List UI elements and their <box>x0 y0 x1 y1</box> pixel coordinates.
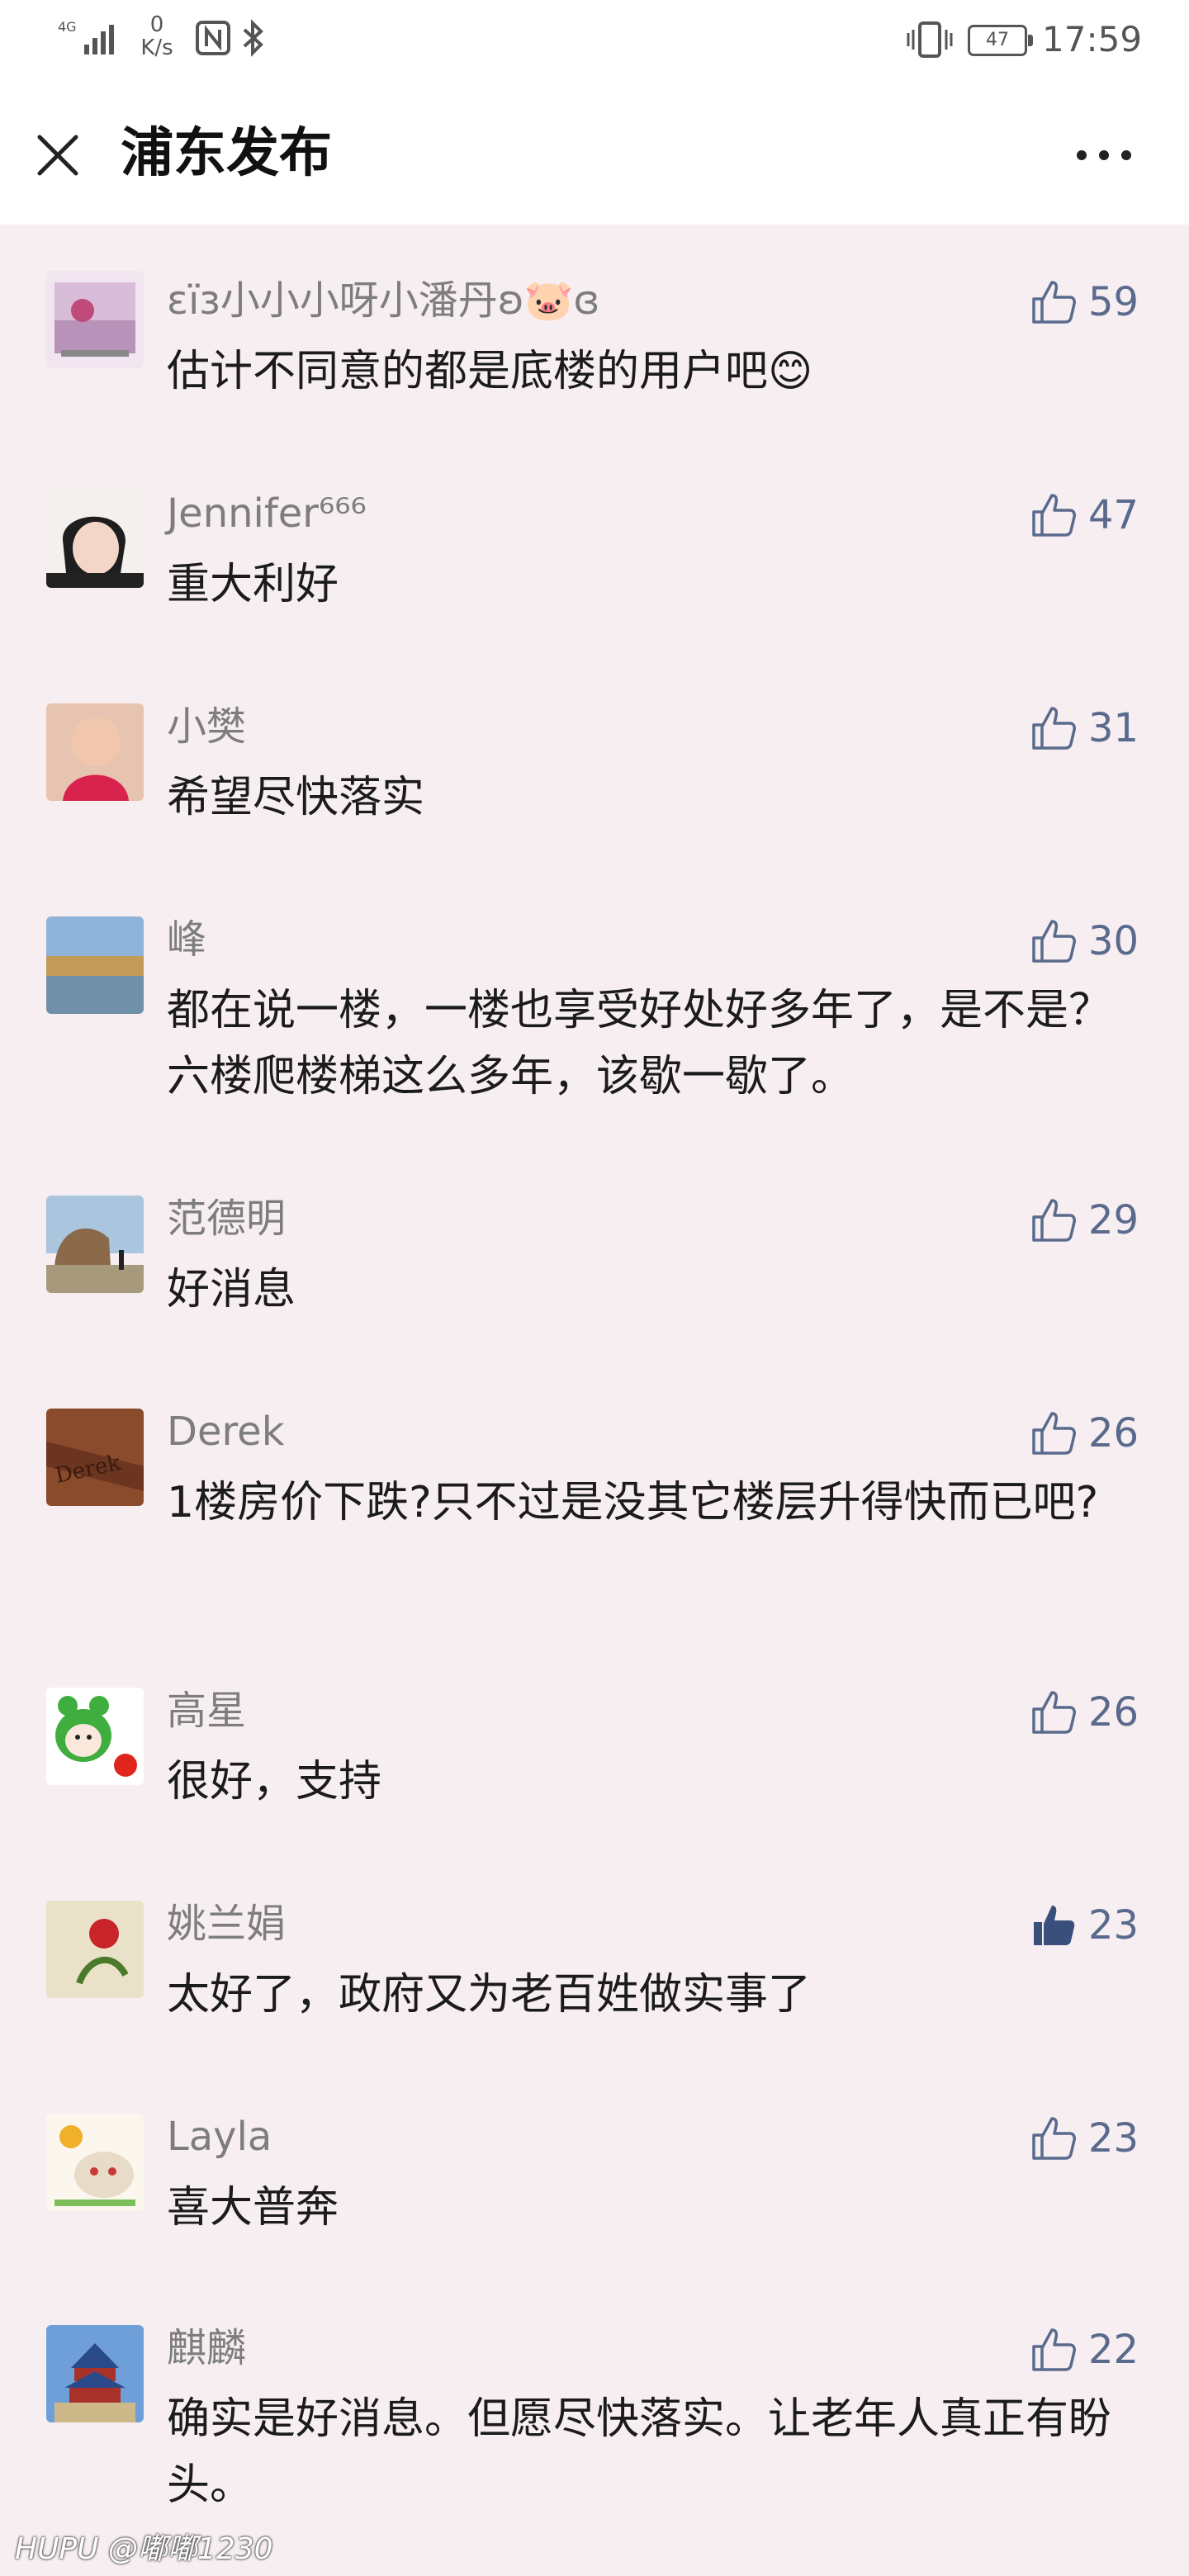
thumbs-up-icon[interactable] <box>1029 916 1078 966</box>
net-speed-value: 0 <box>149 12 164 37</box>
like-count: 26 <box>1088 1689 1139 1735</box>
comment-nickname: 姚兰娟 <box>167 1901 287 1947</box>
battery-indicator: 47 <box>968 25 1033 56</box>
comment-text: 很好，支持 <box>167 1757 382 1807</box>
avatar[interactable] <box>46 703 144 801</box>
bluetooth-icon <box>243 19 263 57</box>
comment-nickname: 麒麟 <box>167 2325 247 2371</box>
comment-nickname: 高星 <box>167 1688 247 1734</box>
thumbs-up-icon[interactable] <box>1029 277 1078 327</box>
thumbs-up-icon[interactable] <box>1029 2114 1078 2163</box>
avatar[interactable] <box>46 1196 144 1293</box>
nfc-icon <box>196 21 230 55</box>
status-bar: 4G 0 K/s 47 17:59 <box>0 0 1189 83</box>
comment-text: 喜大普奔 <box>167 2183 339 2233</box>
avatar[interactable] <box>46 271 144 368</box>
close-icon[interactable] <box>33 130 83 180</box>
comment-text: 希望尽快落实 <box>167 773 425 822</box>
comment-nickname: Layla <box>167 2114 272 2160</box>
watermark: HUPU @嘟嘟1230 <box>15 2532 273 2566</box>
thumbs-up-icon[interactable] <box>1029 703 1078 753</box>
comment-nickname: Derek <box>167 1409 285 1455</box>
more-icon[interactable] <box>1073 139 1135 172</box>
comment-text: 1楼房价下跌?只不过是没其它楼层升得快而已吧? <box>167 1478 1099 1527</box>
avatar[interactable] <box>46 1901 144 1998</box>
comment-text: 估计不同意的都是底楼的用户吧😊 <box>167 347 813 396</box>
svg-text:4G: 4G <box>58 19 77 35</box>
thumbs-up-filled-icon[interactable] <box>1029 1901 1078 1950</box>
comment-text: 都在说一楼，一楼也享受好处好多年了，是不是？六楼爬楼梯这么多年，该歇一歇了。 <box>167 986 1112 1101</box>
comment-text: 确实是好消息。但愿尽快落实。让老年人真正有盼头。 <box>167 2394 1112 2510</box>
page-title: 浦东发布 <box>121 123 332 184</box>
comment-nickname: Jennifer⁶⁶⁶ <box>167 490 367 537</box>
comment-text: 好消息 <box>167 1265 296 1314</box>
like-count: 47 <box>1088 492 1139 538</box>
avatar[interactable] <box>46 1688 144 1785</box>
avatar[interactable]: Derek <box>46 1409 144 1506</box>
like-count: 22 <box>1088 2327 1139 2373</box>
comment-nickname: 范德明 <box>167 1196 287 1242</box>
avatar[interactable] <box>46 2114 144 2211</box>
avatar[interactable] <box>46 490 144 588</box>
thumbs-up-icon[interactable] <box>1029 1688 1078 1737</box>
net-speed-unit: K/s <box>140 36 173 60</box>
like-count: 26 <box>1088 1410 1139 1456</box>
clock: 17:59 <box>1042 19 1143 59</box>
avatar[interactable] <box>46 916 144 1014</box>
like-count: 31 <box>1088 705 1139 751</box>
like-count: 59 <box>1088 279 1139 325</box>
avatar[interactable] <box>46 2325 144 2422</box>
nav-bar: 浦东发布 <box>0 83 1189 225</box>
thumbs-up-icon[interactable] <box>1029 1409 1078 1458</box>
like-count: 23 <box>1088 1902 1139 1949</box>
thumbs-up-icon[interactable] <box>1029 2325 1078 2375</box>
comment-nickname: 峰 <box>167 916 207 963</box>
like-count: 23 <box>1088 2115 1139 2162</box>
comment-text: 太好了，政府又为老百姓做实事了 <box>167 1970 812 2020</box>
vibrate-icon <box>907 21 953 58</box>
thumbs-up-icon[interactable] <box>1029 490 1078 540</box>
net-speed: 0 K/s <box>132 13 182 59</box>
thumbs-up-icon[interactable] <box>1029 1196 1078 1245</box>
signal-icon: 4G <box>58 19 114 54</box>
like-count: 30 <box>1088 918 1139 964</box>
like-count: 29 <box>1088 1197 1139 1243</box>
comment-nickname: εïз小小小呀小潘丹ʚ🐷ɞ <box>167 277 600 324</box>
comment-text: 重大利好 <box>167 560 339 609</box>
comment-nickname: 小樊 <box>167 703 247 750</box>
